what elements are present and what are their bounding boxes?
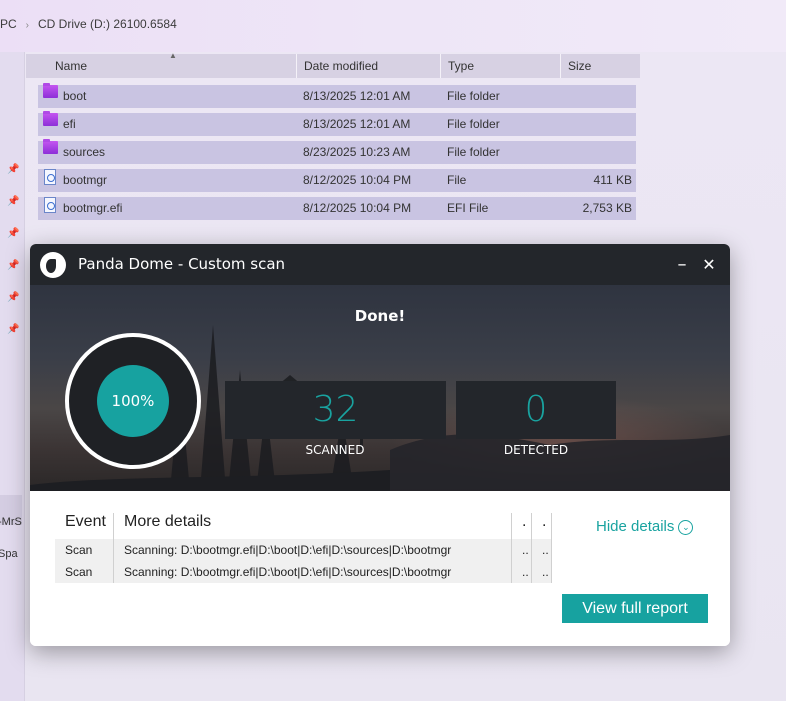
system-file-icon [44,169,56,185]
extra-cell: .. [542,543,549,557]
breadcrumb-item-drive[interactable]: CD Drive (D:) 26100.6584 [38,17,177,31]
breadcrumb[interactable]: PC › CD Drive (D:) 26100.6584 [0,17,177,31]
extra-cell: .. [522,543,529,557]
column-header-event[interactable]: Event [65,513,106,531]
column-header-type[interactable]: Type [440,54,560,78]
column-divider [551,513,552,583]
file-date: 8/12/2025 10:04 PM [303,201,412,215]
event-cell: Scan [65,543,93,557]
scanned-label: SCANNED [305,443,365,457]
file-row-bootmgr-efi[interactable]: bootmgr.efi 8/12/2025 10:04 PM EFI File … [38,197,636,220]
pin-icon[interactable]: 📌 [7,229,19,239]
file-name: bootmgr.efi [63,201,123,215]
column-header-extra-1[interactable]: . [522,513,526,531]
dialog-titlebar[interactable]: Panda Dome - Custom scan – ✕ [30,244,730,285]
table-row[interactable]: Scan Scanning: D:\bootmgr.efi|D:\boot|D:… [55,539,552,561]
event-table: Event More details . . Scan Scanning: D:… [55,513,552,583]
file-type: File folder [447,89,500,103]
file-name: efi [63,117,76,131]
file-name: bootmgr [63,173,108,187]
event-table-header: Event More details . . [55,513,552,539]
pin-icon[interactable]: 📌 [7,197,19,207]
file-date: 8/23/2025 10:23 AM [303,145,411,159]
chevron-down-icon: ⌄ [678,520,694,535]
table-row[interactable]: Scan Scanning: D:\bootmgr.efi|D:\boot|D:… [55,561,552,583]
event-cell: Scan [65,565,93,579]
scan-details-panel: Event More details . . Scan Scanning: D:… [30,491,730,646]
system-file-icon [44,197,56,213]
progress-ring: 100% [65,333,201,469]
file-date: 8/13/2025 12:01 AM [303,89,411,103]
detected-count: 0 [456,381,616,439]
file-type: EFI File [447,201,489,215]
file-list-header: ▲ Name Date modified Type Size [26,51,640,78]
explorer-address-bar: PC › CD Drive (D:) 26100.6584 [0,0,786,52]
chevron-right-icon: › [25,20,30,31]
file-name: boot [63,89,87,103]
pin-icon[interactable]: 📌 [7,293,19,303]
file-row-sources[interactable]: sources 8/23/2025 10:23 AM File folder [38,139,636,164]
scanned-count: 32 [225,381,446,439]
close-button[interactable]: ✕ [697,244,721,285]
file-type: File [447,173,467,187]
nav-item-label[interactable]: Spa [0,548,18,560]
pin-icon[interactable]: 📌 [7,165,19,175]
file-type: File folder [447,117,500,131]
file-row-bootmgr[interactable]: bootmgr 8/12/2025 10:04 PM File 411 KB [38,169,636,192]
scan-status-text: Done! [354,307,406,325]
column-header-name[interactable]: Name [26,54,296,78]
progress-percent: 100% [97,365,169,437]
panda-logo-icon [40,252,66,278]
folder-icon [43,83,58,98]
file-size: 411 KB [593,173,632,187]
folder-icon [43,139,58,154]
navigation-pane: 📌 📌 📌 📌 📌 📌 -MrS Spa [0,52,25,701]
detected-label: DETECTED [503,443,569,457]
details-cell: Scanning: D:\bootmgr.efi|D:\boot|D:\efi|… [124,565,452,579]
column-header-size[interactable]: Size [560,54,640,78]
breadcrumb-item-pc[interactable]: PC [0,17,17,31]
pin-icon[interactable]: 📌 [7,261,19,271]
file-row-efi[interactable]: efi 8/13/2025 12:01 AM File folder [38,111,636,136]
extra-cell: .. [542,565,549,579]
scan-dialog: Panda Dome - Custom scan – ✕ Done! 32 0 … [30,244,730,646]
column-divider [531,513,532,583]
column-divider [113,513,114,583]
minimize-button[interactable]: – [670,244,694,285]
column-header-details[interactable]: More details [124,513,211,531]
file-size: 2,753 KB [582,201,632,215]
column-divider [511,513,512,583]
column-header-extra-2[interactable]: . [542,513,546,531]
hide-details-link[interactable]: Hide details ⌄ [596,518,694,535]
file-row-boot[interactable]: boot 8/13/2025 12:01 AM File folder [38,83,636,108]
hide-details-label: Hide details [596,518,675,535]
pin-icon[interactable]: 📌 [7,325,19,335]
view-full-report-button[interactable]: View full report [562,594,708,623]
folder-icon [43,111,58,126]
details-cell: Scanning: D:\bootmgr.efi|D:\boot|D:\efi|… [124,543,452,557]
column-header-date[interactable]: Date modified [296,54,440,78]
file-name: sources [63,145,106,159]
dialog-title: Panda Dome - Custom scan [78,255,286,273]
nav-item-label[interactable]: -MrS [0,516,22,528]
file-type: File folder [447,145,500,159]
file-date: 8/13/2025 12:01 AM [303,117,411,131]
extra-cell: .. [522,565,529,579]
file-date: 8/12/2025 10:04 PM [303,173,412,187]
